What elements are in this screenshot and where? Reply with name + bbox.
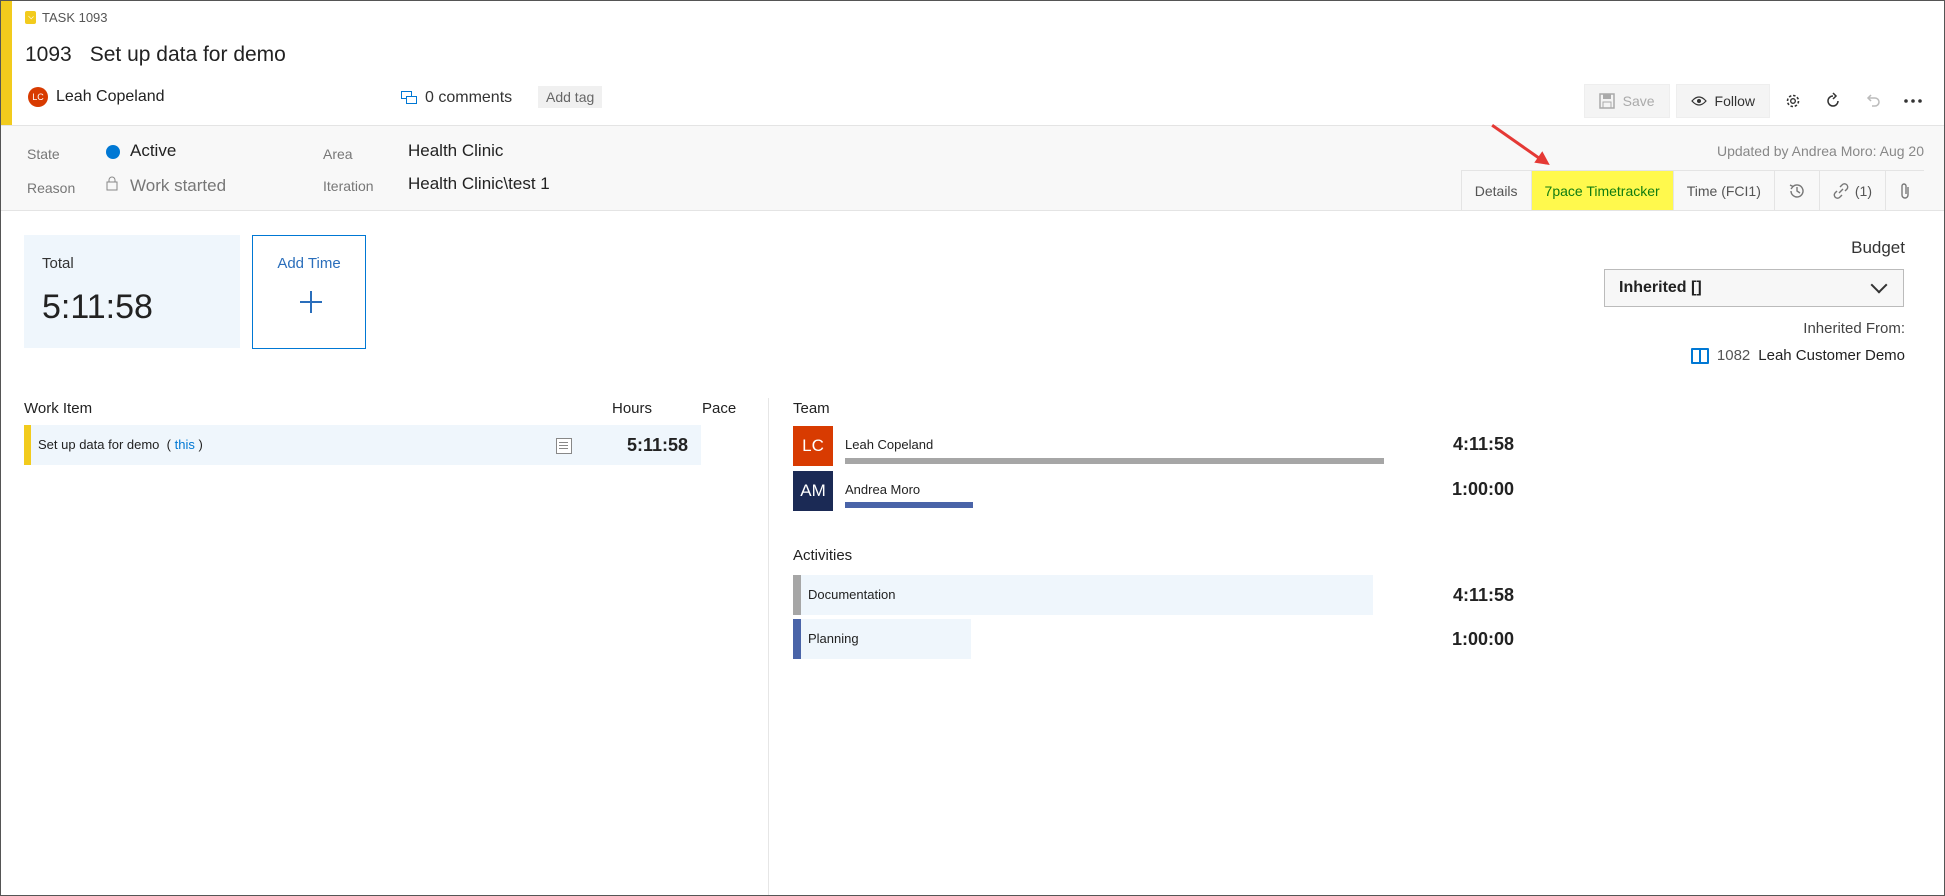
avatar: AM [793,471,833,511]
iteration-field[interactable]: Health Clinic\test 1 [408,174,550,194]
team-heading: Team [793,400,830,417]
reason-field: Work started [130,176,227,195]
add-tag-button[interactable]: Add tag [538,86,603,108]
follow-label: Follow [1714,93,1755,109]
reason-label: Reason [27,180,76,196]
undo-button[interactable] [1856,84,1890,118]
row-link-open: ( [166,437,171,452]
team-member-bar [845,458,1384,464]
lock-icon [106,176,118,191]
workitem-type: TASK 1093 [25,10,108,25]
activity-time: 1:00:00 [1451,629,1514,649]
team-member-name: Andrea Moro [845,482,921,497]
workitem-title: 1093 Set up data for demo [25,43,286,67]
team-member-name: Leah Copeland [845,437,934,452]
team-member-time: 1:00:00 [1451,479,1514,499]
tab-attachments[interactable] [1885,171,1924,210]
task-color-bar [24,425,31,465]
activity-row: Documentation [793,575,1373,615]
col-pace: Pace [702,400,737,417]
link-icon [1833,182,1849,199]
state-field[interactable]: Active [130,141,176,161]
gear-icon [1786,94,1800,108]
state-label: State [27,146,60,162]
budget-selected: Inherited [] [1619,279,1702,296]
comments-link[interactable]: 0 comments [401,89,512,107]
avatar: LC [28,87,48,107]
refresh-button[interactable] [1816,84,1850,118]
area-field[interactable]: Health Clinic [408,141,503,161]
task-color-bar [1,1,12,125]
save-icon [1598,93,1615,109]
workitem-id: 1093 [25,43,72,66]
inherited-from-link[interactable]: 1082 Leah Customer Demo [1690,347,1905,364]
plus-icon [300,291,322,313]
activity-color-bar [793,575,801,615]
save-button[interactable]: Save [1583,84,1670,118]
state-dot-icon [106,145,120,159]
team-member-bar [845,502,973,508]
activity-color-bar [793,619,801,659]
activities-heading: Activities [793,547,853,564]
total-value: 5:11:58 [42,288,153,326]
toolbar: Save Follow [1583,84,1930,118]
activity-name: Documentation [808,587,896,602]
activity-row: Planning [793,619,971,659]
divider [768,398,769,895]
team-member-time: 4:11:58 [1452,434,1514,454]
row-hours: 5:11:58 [626,435,688,455]
inherited-name: Leah Customer Demo [1758,347,1905,364]
settings-button[interactable] [1776,84,1810,118]
col-work-item: Work Item [24,400,93,417]
tab-7pace-timetracker[interactable]: 7pace Timetracker [1530,171,1673,210]
tab-details[interactable]: Details [1460,171,1531,210]
follow-button[interactable]: Follow [1675,84,1770,118]
book-icon [1690,347,1709,364]
total-tile: Total 5:11:58 [24,235,240,348]
area-label: Area [323,146,353,162]
updated-text: Updated by Andrea Moro: Aug 20 [1716,143,1924,159]
tab-links[interactable]: (1) [1818,171,1885,210]
workitem-title-text[interactable]: Set up data for demo [90,43,286,67]
col-hours: Hours [612,400,653,417]
links-count: (1) [1854,182,1872,199]
undo-icon [1866,94,1880,107]
tab-time-fci1[interactable]: Time (FCI1) [1672,171,1774,210]
tab-history[interactable] [1773,171,1819,210]
refresh-icon [1827,92,1839,107]
workitem-type-label: TASK 1093 [42,10,108,25]
comments-count: 0 comments [425,89,513,106]
notes-icon[interactable] [556,438,572,454]
iteration-label: Iteration [323,178,374,194]
activity-time: 4:11:58 [1452,585,1514,605]
activity-name: Planning [808,631,859,646]
inherited-from-label: Inherited From: [1803,320,1905,337]
avatar: LC [793,426,833,466]
row-name: Set up data for demo ( this ) [38,437,203,452]
inherited-id: 1082 [1716,347,1751,364]
row-name-text: Set up data for demo [38,437,160,452]
task-icon [25,11,36,24]
comments-icon [401,91,417,104]
tab-bar: Details 7pace Timetracker Time (FCI1) (1… [1460,170,1924,210]
table-row[interactable]: Set up data for demo ( this ) 5:11:58 [24,425,701,465]
total-label: Total [42,255,74,272]
attachment-icon [1901,182,1909,199]
more-actions-button[interactable] [1896,84,1930,118]
save-label: Save [1622,93,1655,109]
ellipsis-icon [1904,99,1922,103]
add-time-label: Add Time [277,255,341,272]
budget-dropdown[interactable]: Inherited [] [1604,269,1904,307]
budget-label: Budget [1851,238,1905,257]
workitem-header: TASK 1093 1093 Set up data for demo LC L… [1,1,1944,125]
history-icon [1789,183,1804,198]
row-link-close: ) [198,437,203,452]
fields-band: State Active Reason Work started Area He… [1,125,1944,211]
chevron-down-icon [1870,276,1888,294]
row-this-link[interactable]: this [175,437,195,452]
eye-icon [1690,96,1707,106]
add-time-button[interactable]: Add Time [252,235,366,349]
assignee-name: Leah Copeland [56,88,165,105]
assignee-picker[interactable]: LC Leah Copeland [28,87,165,107]
